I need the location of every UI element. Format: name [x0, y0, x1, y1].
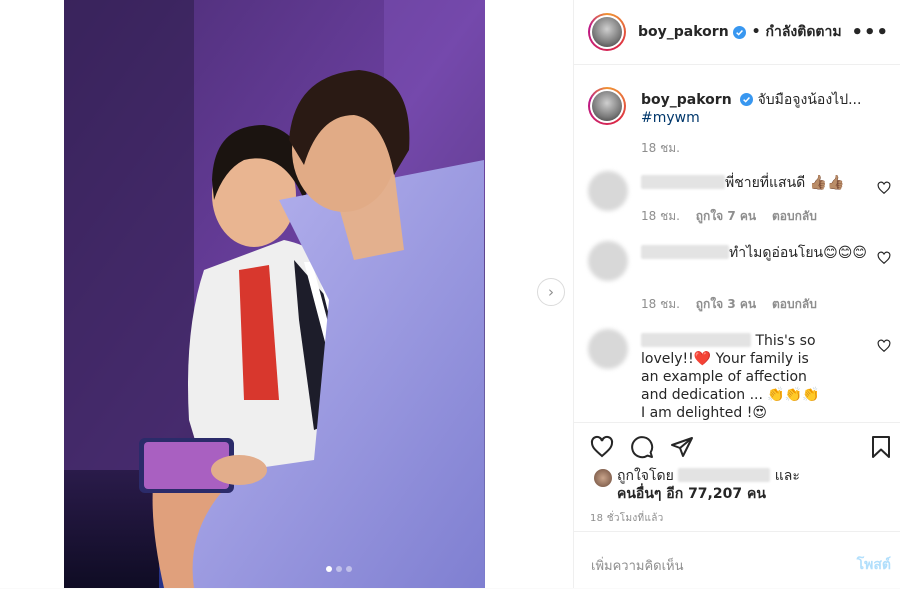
- like-comment-heart-icon[interactable]: [877, 251, 891, 265]
- caption-avatar[interactable]: [588, 87, 626, 125]
- author-username[interactable]: boy_pakorn: [638, 24, 729, 40]
- post-header: boy_pakorn • กำลังติดตาม •••: [574, 0, 900, 65]
- verified-badge-icon: [732, 25, 746, 39]
- comment-time[interactable]: 18 ชม.: [641, 209, 680, 223]
- author-avatar[interactable]: [588, 13, 626, 51]
- like-comment-heart-icon[interactable]: [877, 339, 891, 353]
- commenter-username-redacted[interactable]: [641, 175, 725, 189]
- hashtag-link[interactable]: #mywm: [641, 110, 700, 126]
- caption-text: จับมือจูงน้องไป...: [757, 92, 862, 108]
- comments-list: boy_pakorn จับมือจูงน้องไป... #mywm 18 ช…: [574, 65, 900, 422]
- commenter-username-redacted[interactable]: [641, 333, 751, 347]
- commenter-username-redacted[interactable]: [641, 245, 729, 259]
- commenter-avatar[interactable]: [588, 329, 628, 369]
- like-heart-icon[interactable]: [590, 435, 614, 459]
- comment-text: ทำไมดูอ่อนโยน😊😊😊: [729, 245, 867, 261]
- liker-username-redacted[interactable]: [678, 468, 771, 482]
- comment-text-block: พี่ชายที่แสนดี 👍🏽👍🏽: [641, 174, 871, 192]
- caption-timestamp[interactable]: 18 ชม.: [641, 139, 680, 158]
- comment-item: This's so lovely!!❤️ Your family is an e…: [588, 329, 893, 422]
- chevron-right-icon: ›: [548, 283, 554, 301]
- caption-username[interactable]: boy_pakorn: [641, 92, 732, 108]
- media-viewer: ›: [0, 0, 573, 588]
- carousel-dot: [336, 566, 342, 572]
- photo-illustration: [64, 0, 485, 588]
- caption-text-block: boy_pakorn จับมือจูงน้องไป... #mywm: [641, 91, 886, 127]
- action-icons: [590, 435, 694, 459]
- comment-meta: 18 ชม. ถูกใจ 3 คน ตอบกลับ: [641, 295, 829, 314]
- bookmark-icon[interactable]: [869, 435, 893, 459]
- reply-button[interactable]: ตอบกลับ: [772, 297, 817, 311]
- commenter-avatar[interactable]: [588, 241, 628, 281]
- verified-badge-icon: [740, 93, 754, 106]
- follow-status[interactable]: • กำลังติดตาม: [752, 21, 842, 43]
- like-comment-heart-icon[interactable]: [877, 181, 891, 195]
- liked-by-suffix: และ: [774, 468, 800, 484]
- carousel-dot-active: [326, 566, 332, 572]
- avatar-image: [592, 17, 622, 47]
- comment-item: ทำไมดูอ่อนโยน😊😊😊 18 ชม. ถูกใจ 3 คน ตอบกล…: [588, 241, 893, 311]
- reply-button[interactable]: ตอบกลับ: [772, 209, 817, 223]
- comment-bubble-icon[interactable]: [630, 435, 654, 459]
- post-actions: ถูกใจโดย และ คนอื่นๆ อีก 77,207 คน 18 ชั…: [574, 422, 900, 524]
- comment-likes[interactable]: ถูกใจ 3 คน: [696, 297, 756, 311]
- comment-text-block: This's so lovely!!❤️ Your family is an e…: [641, 332, 826, 422]
- save-button[interactable]: [869, 435, 893, 459]
- liked-by-line: ถูกใจโดย และ: [617, 467, 800, 485]
- other-likes-count[interactable]: คนอื่นๆ อีก 77,207 คน: [617, 485, 766, 503]
- carousel-indicator: [326, 566, 352, 572]
- liked-by-prefix: ถูกใจโดย: [617, 468, 674, 484]
- comment-item: พี่ชายที่แสนดี 👍🏽👍🏽 18 ชม. ถูกใจ 7 คน ตอ…: [588, 171, 893, 231]
- comment-input[interactable]: เพิ่มความคิดเห็น: [591, 555, 684, 576]
- share-paper-plane-icon[interactable]: [670, 435, 694, 459]
- post-timestamp[interactable]: 18 ชั่วโมงที่แล้ว: [590, 511, 664, 526]
- liker-avatar[interactable]: [594, 469, 612, 487]
- comment-text-block: ทำไมดูอ่อนโยน😊😊😊: [641, 244, 871, 262]
- add-comment-bar: เพิ่มความคิดเห็น โพสต์: [574, 531, 900, 589]
- post-comment-button[interactable]: โพสต์: [857, 554, 891, 576]
- comment-text: พี่ชายที่แสนดี 👍🏽👍🏽: [725, 175, 845, 191]
- post-panel: boy_pakorn • กำลังติดตาม ••• boy_pakorn …: [573, 0, 900, 588]
- avatar-image: [592, 91, 622, 121]
- comment-time[interactable]: 18 ชม.: [641, 297, 680, 311]
- post-photo[interactable]: [64, 0, 485, 588]
- commenter-avatar[interactable]: [588, 171, 628, 211]
- next-photo-button[interactable]: ›: [537, 278, 565, 306]
- carousel-dot: [346, 566, 352, 572]
- comment-likes[interactable]: ถูกใจ 7 คน: [696, 209, 756, 223]
- more-options-icon[interactable]: •••: [851, 22, 889, 43]
- comment-meta: 18 ชม. ถูกใจ 7 คน ตอบกลับ: [641, 207, 829, 226]
